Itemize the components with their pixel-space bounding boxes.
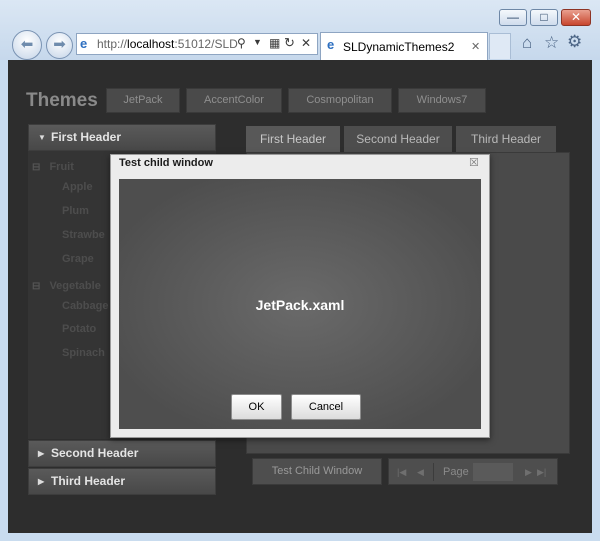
browser-tab[interactable]: e SLDynamicThemes2 ✕ [320, 32, 488, 60]
theme-button-windows7[interactable]: Windows7 [398, 88, 486, 113]
minimize-icon: — [507, 10, 519, 24]
tab-label: Third Header [470, 132, 542, 146]
url-text: http://localhost:51012/SLD [97, 37, 238, 51]
first-page-icon[interactable]: |◀ [397, 467, 406, 478]
tab-label: First Header [259, 132, 327, 146]
tree-node-label: Fruit [49, 161, 74, 173]
button-label: OK [248, 401, 265, 413]
maximize-button[interactable]: □ [530, 9, 558, 26]
ok-button[interactable]: OK [231, 394, 282, 420]
tab-close-icon[interactable]: ✕ [471, 40, 480, 53]
accordion-header-label: Second Header [51, 446, 139, 460]
tree-item-strawberry[interactable]: Strawbe [62, 229, 105, 241]
test-child-window-button[interactable]: Test Child Window [252, 458, 382, 485]
tab-label: Second Header [356, 132, 440, 146]
theme-button-accentcolor[interactable]: AccentColor [186, 88, 282, 113]
tree-node-label: Vegetable [49, 280, 101, 292]
tab-second-header[interactable]: Second Header [344, 126, 452, 152]
address-bar[interactable]: e http://localhost:51012/SLD ⚲ ▼ ▦ ↻ ✕ [76, 33, 318, 55]
tree-item-plum[interactable]: Plum [62, 205, 89, 217]
refresh-icon[interactable]: ↻ [284, 35, 295, 51]
tree-node-fruit[interactable]: ⊟ Fruit [32, 161, 74, 173]
close-icon: ✕ [570, 10, 582, 24]
tree-item-cabbage[interactable]: Cabbage [62, 300, 108, 312]
pager-divider [433, 463, 434, 481]
cancel-button[interactable]: Cancel [291, 394, 361, 420]
accordion-first-header[interactable]: ▼ First Header [28, 124, 216, 151]
last-page-icon[interactable]: ▶| [537, 467, 546, 478]
dropdown-icon[interactable]: ▼ [253, 37, 262, 47]
maximize-icon: □ [540, 10, 548, 24]
theme-button-jetpack[interactable]: JetPack [106, 88, 180, 113]
back-arrow-icon: ⬅ [20, 36, 34, 53]
prev-page-icon[interactable]: ◀ [417, 467, 424, 478]
theme-button-label: Cosmopolitan [306, 94, 374, 106]
tree-item-grape[interactable]: Grape [62, 253, 94, 265]
dialog-close-icon[interactable]: ☒ [469, 156, 479, 169]
collapse-icon[interactable]: ⊟ [32, 162, 40, 173]
tab-first-header[interactable]: First Header [246, 126, 340, 152]
child-window-dialog: Test child window ☒ JetPack.xaml OK Canc… [110, 154, 490, 438]
browser-chrome: — □ ✕ ⬅ ➡ e http://localhost:51012/SLD ⚲… [0, 0, 600, 60]
ie-page-icon: e [80, 36, 88, 51]
tab-title: SLDynamicThemes2 [343, 40, 455, 54]
accordion-header-label: Third Header [51, 474, 126, 488]
ie-tab-icon: e [327, 37, 335, 52]
button-label: Test Child Window [271, 465, 363, 477]
forward-arrow-icon: ➡ [53, 36, 66, 53]
tab-third-header[interactable]: Third Header [456, 126, 556, 152]
tree-item-spinach[interactable]: Spinach [62, 347, 105, 359]
accordion-header-label: First Header [51, 130, 122, 144]
dialog-body: JetPack.xaml OK Cancel [119, 179, 481, 429]
collapse-icon[interactable]: ⊟ [32, 281, 40, 292]
dialog-message: JetPack.xaml [255, 297, 345, 313]
next-page-icon[interactable]: ▶ [525, 467, 532, 478]
chevron-right-icon: ▶ [38, 449, 45, 458]
dialog-title: Test child window [119, 157, 213, 169]
forward-button[interactable]: ➡ [46, 32, 73, 59]
accordion-second-header[interactable]: ▶ Second Header [28, 440, 216, 467]
minimize-button[interactable]: — [499, 9, 527, 26]
window-close-button[interactable]: ✕ [561, 9, 591, 26]
theme-button-label: AccentColor [204, 94, 264, 106]
page-input[interactable] [473, 463, 513, 481]
compat-view-icon[interactable]: ▦ [269, 36, 280, 50]
new-tab-button[interactable] [489, 33, 511, 59]
tree-item-apple[interactable]: Apple [62, 181, 93, 193]
back-button[interactable]: ⬅ [12, 30, 42, 60]
button-label: Cancel [308, 401, 344, 413]
favorites-star-icon[interactable]: ☆ [544, 33, 559, 53]
page-label: Page [443, 466, 469, 478]
tree-node-vegetables[interactable]: ⊟ Vegetable [32, 280, 101, 292]
accordion-third-header[interactable]: ▶ Third Header [28, 468, 216, 495]
stop-icon[interactable]: ✕ [301, 36, 311, 50]
chevron-down-icon: ▼ [38, 133, 46, 142]
app-title: Themes [26, 90, 98, 111]
theme-button-cosmopolitan[interactable]: Cosmopolitan [288, 88, 392, 113]
theme-button-label: Windows7 [416, 94, 468, 106]
search-icon[interactable]: ⚲ [237, 36, 246, 50]
theme-button-label: JetPack [123, 94, 163, 106]
tree-item-potato[interactable]: Potato [62, 323, 96, 335]
tools-gear-icon[interactable]: ⚙ [567, 32, 582, 52]
home-icon[interactable]: ⌂ [522, 33, 532, 53]
chevron-right-icon: ▶ [38, 477, 45, 486]
pager: |◀ ◀ Page ▶ ▶| [388, 458, 558, 485]
